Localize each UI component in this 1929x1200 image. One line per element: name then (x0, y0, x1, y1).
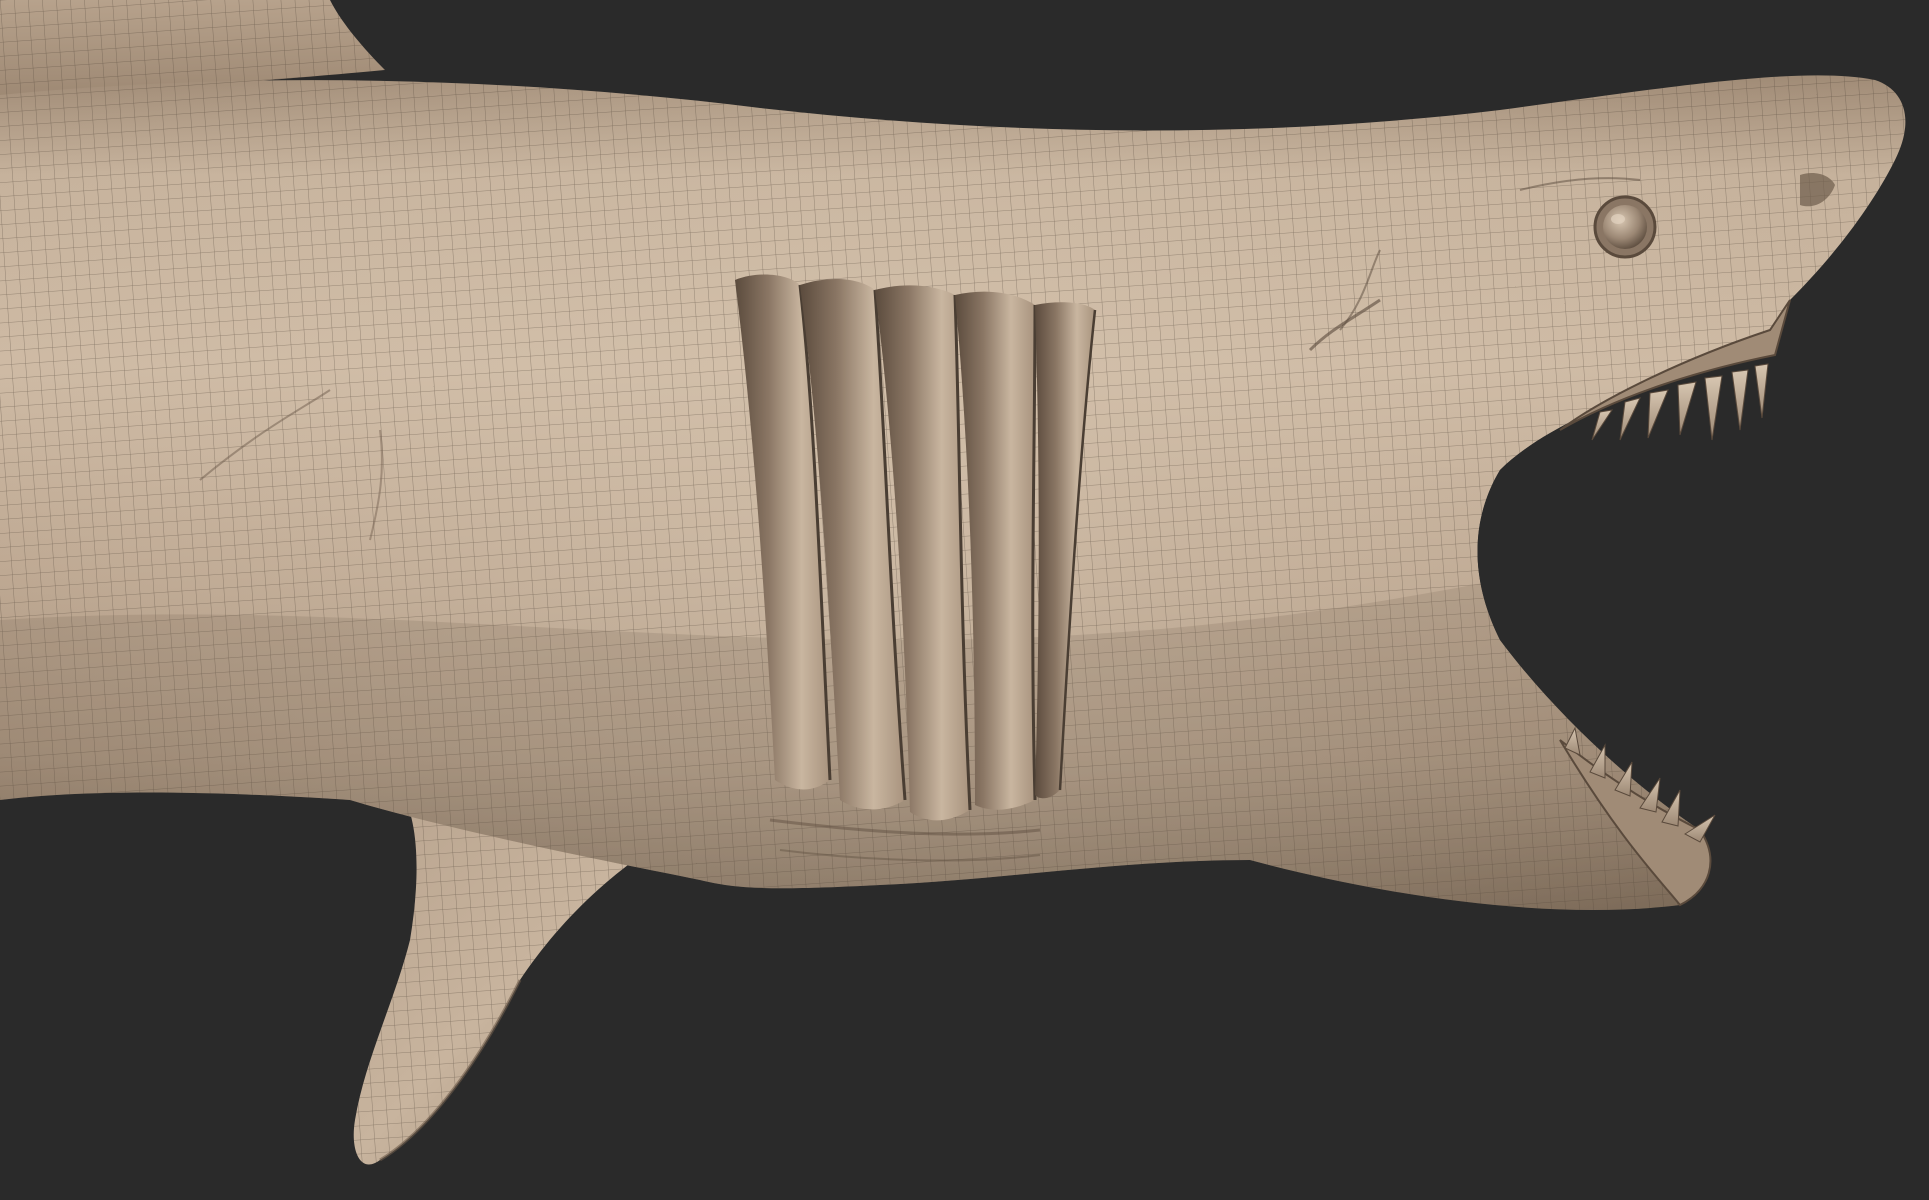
eye (1593, 195, 1657, 259)
sculpt-viewport[interactable] (0, 0, 1929, 1200)
gill-slits (735, 274, 1097, 821)
shark-sculpt-render (0, 0, 1929, 1200)
